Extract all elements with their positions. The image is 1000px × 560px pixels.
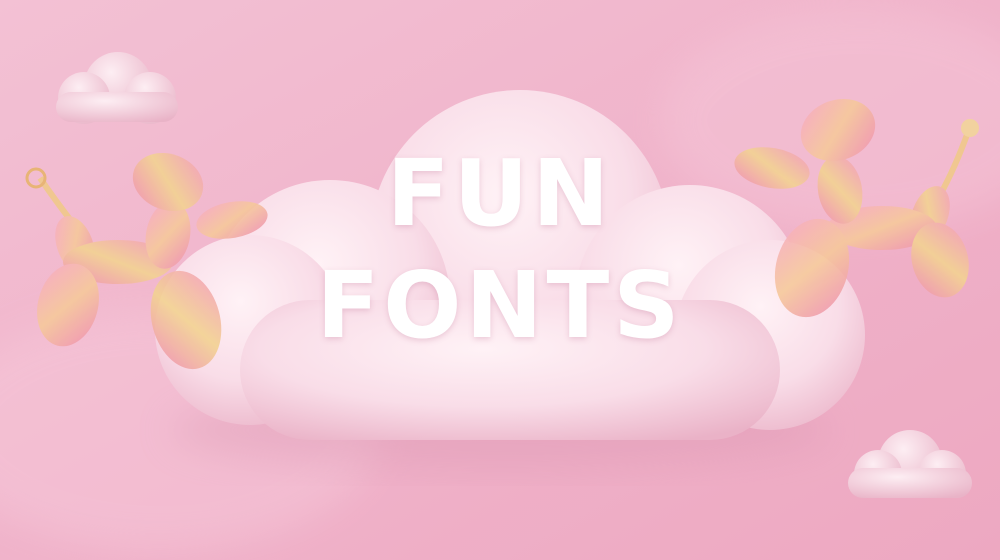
- title-block: FUN FONTS: [300, 120, 700, 380]
- title-line-2: FONTS: [316, 252, 684, 359]
- title-line-1: FUN: [386, 140, 614, 247]
- fun-fonts-banner: FUN FONTS: [0, 0, 1000, 560]
